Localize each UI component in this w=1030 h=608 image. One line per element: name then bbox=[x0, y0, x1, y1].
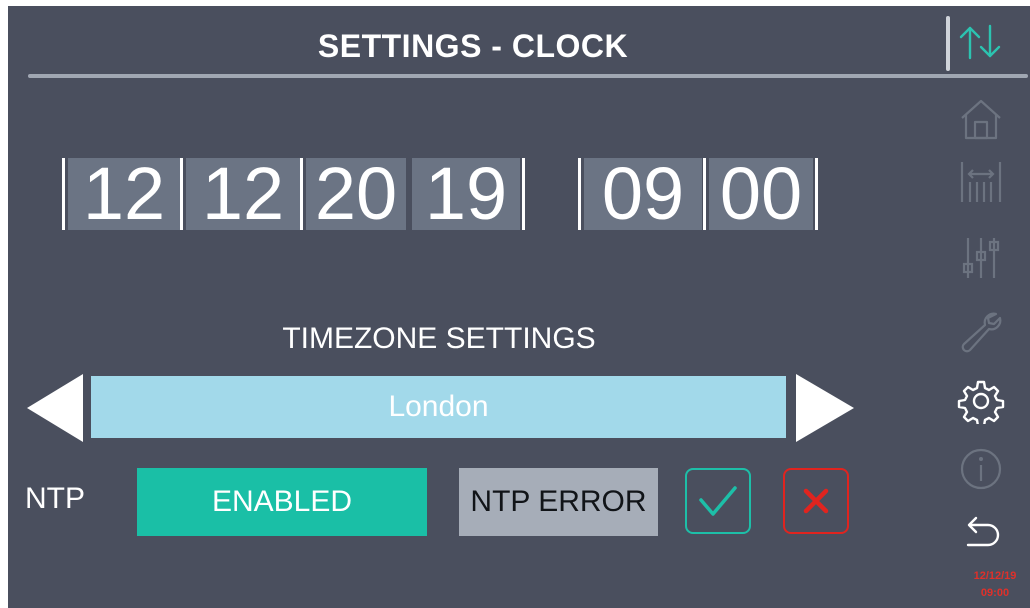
ntp-label: NTP bbox=[25, 482, 85, 515]
month-field[interactable]: 12 bbox=[186, 157, 300, 231]
timezone-selector[interactable]: London bbox=[91, 376, 786, 438]
home-icon[interactable] bbox=[956, 96, 1006, 142]
back-icon[interactable] bbox=[956, 511, 1006, 557]
confirm-button[interactable] bbox=[685, 468, 751, 534]
cancel-button[interactable] bbox=[783, 468, 849, 534]
field-separator bbox=[522, 158, 525, 230]
sidebar-date: 12/12/19 bbox=[973, 570, 1017, 582]
sidebar-time: 09:00 bbox=[980, 587, 1010, 599]
gear-icon[interactable] bbox=[956, 378, 1006, 424]
field-separator bbox=[180, 158, 183, 230]
field-separator bbox=[300, 158, 303, 230]
timezone-prev-arrow-icon[interactable] bbox=[25, 374, 85, 442]
screen: SETTINGS - CLOCK 12/12/19 09:00 12 12 20… bbox=[8, 6, 1030, 608]
timezone-title: TIMEZONE SETTINGS bbox=[282, 322, 596, 355]
title-divider bbox=[28, 74, 1028, 78]
ntp-error-indicator: NTP ERROR bbox=[459, 468, 658, 536]
year-field[interactable]: 19 bbox=[412, 157, 520, 231]
minute-field[interactable]: 00 bbox=[709, 157, 813, 231]
sliders-icon[interactable] bbox=[956, 234, 1006, 280]
sidebar-datetime: 12/12/19 09:00 bbox=[960, 568, 1030, 602]
day-field[interactable]: 12 bbox=[68, 157, 180, 231]
year-century-field[interactable]: 20 bbox=[306, 157, 406, 231]
hour-field[interactable]: 09 bbox=[584, 157, 702, 231]
close-icon bbox=[803, 488, 829, 514]
info-icon[interactable] bbox=[956, 446, 1006, 492]
wrench-icon[interactable] bbox=[956, 308, 1006, 354]
page-title: SETTINGS - CLOCK bbox=[317, 28, 629, 64]
field-separator bbox=[62, 158, 65, 230]
gauge-icon[interactable] bbox=[956, 158, 1006, 204]
sync-arrows-icon[interactable] bbox=[958, 22, 1002, 62]
sidebar-divider bbox=[946, 16, 950, 71]
checkmark-icon bbox=[699, 486, 737, 516]
field-separator bbox=[815, 158, 818, 230]
ntp-enabled-button[interactable]: ENABLED bbox=[137, 468, 427, 536]
timezone-next-arrow-icon[interactable] bbox=[792, 374, 856, 442]
field-separator bbox=[578, 158, 581, 230]
field-separator bbox=[703, 158, 706, 230]
